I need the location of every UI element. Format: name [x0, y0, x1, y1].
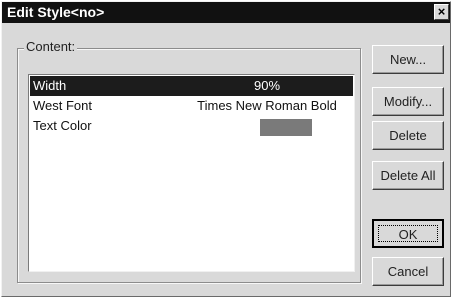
text-color-swatch	[260, 119, 312, 136]
close-button[interactable]: ×	[434, 4, 449, 20]
content-group-label: Content:	[24, 39, 78, 55]
title-bar[interactable]: Edit Style<no> ×	[2, 2, 450, 23]
ok-button-label: OK	[378, 225, 438, 242]
dialog-title: Edit Style<no>	[7, 4, 105, 20]
delete-button[interactable]: Delete	[372, 121, 444, 150]
ok-button[interactable]: OK	[372, 219, 444, 248]
cancel-button[interactable]: Cancel	[372, 257, 444, 286]
property-name: Text Color	[33, 118, 92, 133]
property-value: Times New Roman Bold	[197, 98, 337, 113]
delete-all-button[interactable]: Delete All	[372, 161, 444, 190]
list-row-west-font[interactable]: West Font Times New Roman Bold	[30, 96, 353, 116]
modify-button[interactable]: Modify...	[372, 87, 444, 116]
close-icon: ×	[437, 4, 446, 19]
property-name: Width	[33, 78, 67, 93]
new-button[interactable]: New...	[372, 45, 444, 74]
property-name: West Font	[33, 98, 93, 113]
style-properties-list[interactable]: Width 90% West Font Times New Roman Bold…	[28, 74, 355, 272]
property-value: 90%	[253, 78, 281, 93]
list-row-text-color[interactable]: Text Color	[30, 116, 353, 136]
list-row-width[interactable]: Width 90%	[30, 76, 353, 96]
